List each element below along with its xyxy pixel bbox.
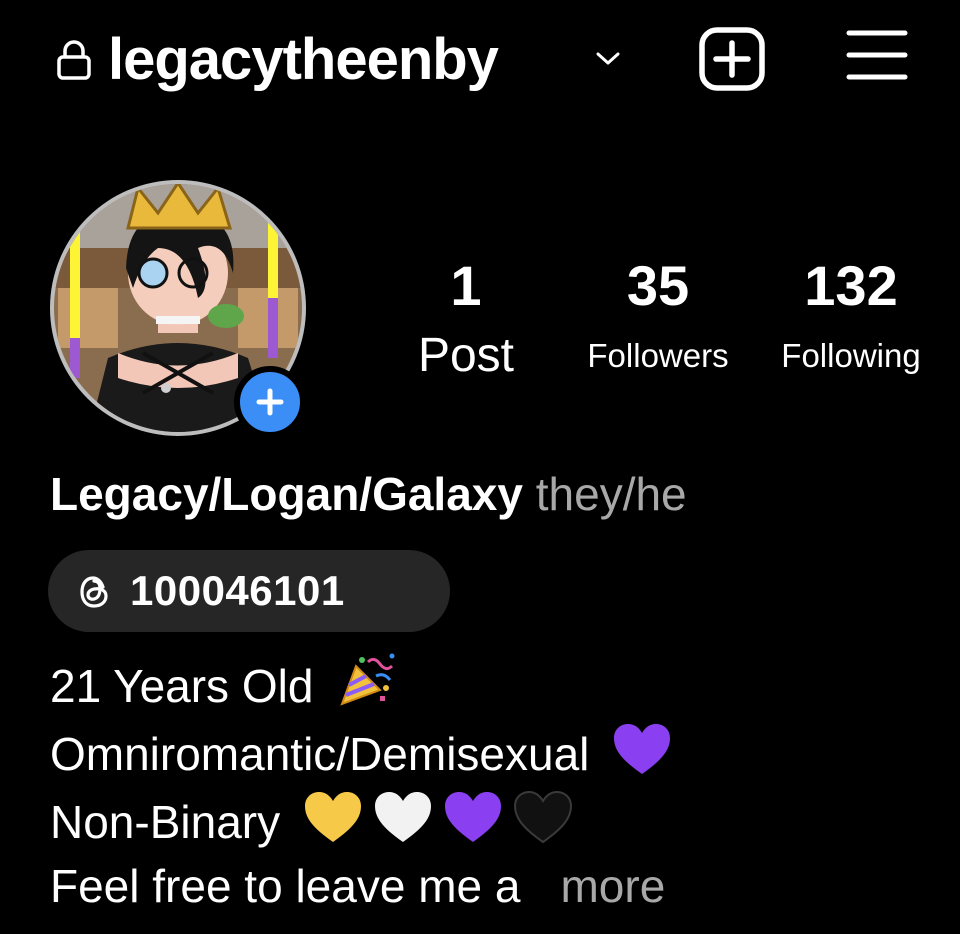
followers-label: Followers bbox=[587, 337, 729, 374]
following-count: 132 bbox=[804, 254, 898, 317]
purple-heart-icon bbox=[444, 792, 501, 842]
posts-stat[interactable]: 1 Post bbox=[396, 256, 536, 386]
create-post-button[interactable] bbox=[698, 26, 766, 92]
chevron-down-icon[interactable] bbox=[594, 50, 622, 68]
bio-gender-text: Non-Binary bbox=[50, 796, 281, 848]
bio-line-orientation: Omniromantic/Demisexual bbox=[50, 720, 672, 788]
posts-label: Post bbox=[417, 329, 515, 382]
followers-stat[interactable]: 35 Followers bbox=[566, 256, 750, 378]
display-name: Legacy/Logan/Galaxy bbox=[50, 468, 523, 520]
more-link[interactable]: more bbox=[560, 860, 665, 912]
bio-orientation-text: Omniromantic/Demisexual bbox=[50, 728, 590, 780]
bio-line-message: Feel free to leave me a more bbox=[50, 852, 665, 920]
threads-badge[interactable]: 100046101 bbox=[48, 550, 450, 632]
followers-count: 35 bbox=[626, 254, 690, 317]
name-line: Legacy/Logan/Galaxy they/he bbox=[50, 464, 687, 524]
bio-age-text: 21 Years Old bbox=[50, 660, 314, 712]
following-label: Following bbox=[781, 337, 921, 374]
bio-line-gender: Non-Binary bbox=[50, 788, 573, 856]
plus-icon bbox=[256, 388, 284, 416]
lock-icon bbox=[57, 40, 91, 80]
black-heart-icon bbox=[513, 790, 572, 844]
profile-avatar[interactable] bbox=[48, 178, 308, 438]
bio-line-age: 21 Years Old bbox=[50, 652, 396, 720]
white-heart-icon bbox=[374, 792, 431, 842]
menu-button[interactable] bbox=[846, 28, 908, 82]
username[interactable]: legacytheenby bbox=[108, 26, 499, 94]
bio-message-text: Feel free to leave me a bbox=[50, 860, 521, 912]
party-popper-icon bbox=[340, 653, 395, 706]
top-bar: legacytheenby bbox=[0, 0, 960, 120]
following-stat[interactable]: 132 Following bbox=[762, 256, 940, 378]
pronouns: they/he bbox=[535, 468, 687, 520]
purple-heart-icon bbox=[614, 724, 671, 774]
add-story-button[interactable] bbox=[234, 366, 306, 438]
threads-icon bbox=[80, 576, 108, 608]
posts-count: 1 bbox=[450, 254, 482, 317]
yellow-heart-icon bbox=[304, 792, 361, 842]
threads-id: 100046101 bbox=[130, 567, 345, 614]
